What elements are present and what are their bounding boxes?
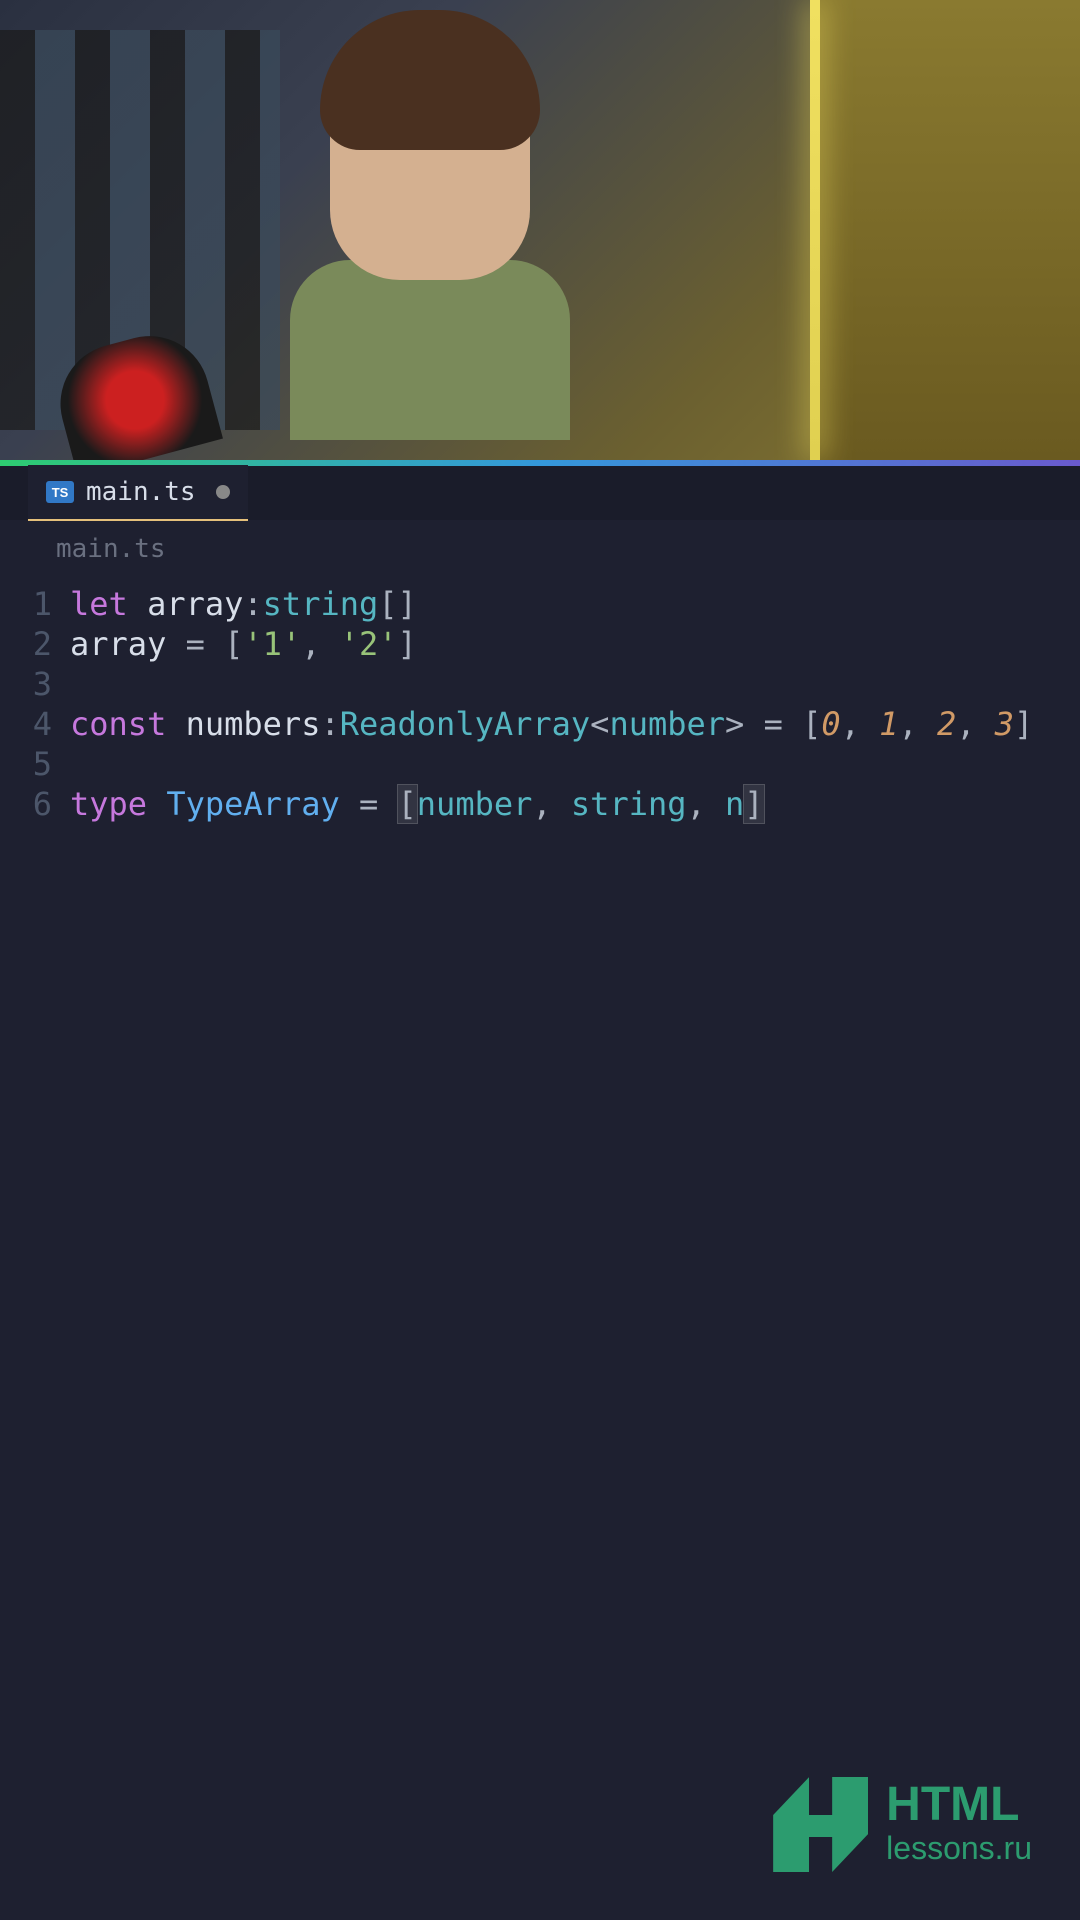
tab-filename: main.ts <box>86 477 196 507</box>
code-area[interactable]: 1let array:string[]2array = ['1', '2']34… <box>0 578 1080 830</box>
line-number: 5 <box>0 744 70 784</box>
code-content: const numbers:ReadonlyArray<number> = [0… <box>70 704 1033 744</box>
code-line[interactable]: 2array = ['1', '2'] <box>0 624 1080 664</box>
code-line[interactable]: 5 <box>0 744 1080 784</box>
logo-subtitle: lessons.ru <box>886 1829 1032 1867</box>
video-bg <box>810 0 1080 460</box>
line-number: 4 <box>0 704 70 744</box>
line-number: 6 <box>0 784 70 824</box>
code-line[interactable]: 6type TypeArray = [number, string, n] <box>0 784 1080 824</box>
typescript-icon: TS <box>46 481 74 503</box>
tab-bar: TS main.ts <box>0 466 1080 520</box>
code-content: array = ['1', '2'] <box>70 624 417 664</box>
code-content: type TypeArray = [number, string, n] <box>70 784 764 824</box>
modified-indicator-icon <box>216 485 230 499</box>
breadcrumb[interactable]: main.ts <box>0 520 1080 578</box>
logo-h-icon <box>773 1777 868 1872</box>
video-light <box>810 0 820 460</box>
line-number: 1 <box>0 584 70 624</box>
code-editor: TS main.ts main.ts 1let array:string[]2a… <box>0 466 1080 1920</box>
code-content: let array:string[] <box>70 584 417 624</box>
logo-title: HTML <box>886 1781 1032 1829</box>
line-number: 2 <box>0 624 70 664</box>
tab-main-ts[interactable]: TS main.ts <box>28 465 248 521</box>
code-line[interactable]: 3 <box>0 664 1080 704</box>
watermark-logo: HTML lessons.ru <box>773 1777 1032 1872</box>
video-person <box>280 40 580 460</box>
video-thumbnail <box>0 0 1080 460</box>
code-line[interactable]: 1let array:string[] <box>0 584 1080 624</box>
code-line[interactable]: 4const numbers:ReadonlyArray<number> = [… <box>0 704 1080 744</box>
line-number: 3 <box>0 664 70 704</box>
